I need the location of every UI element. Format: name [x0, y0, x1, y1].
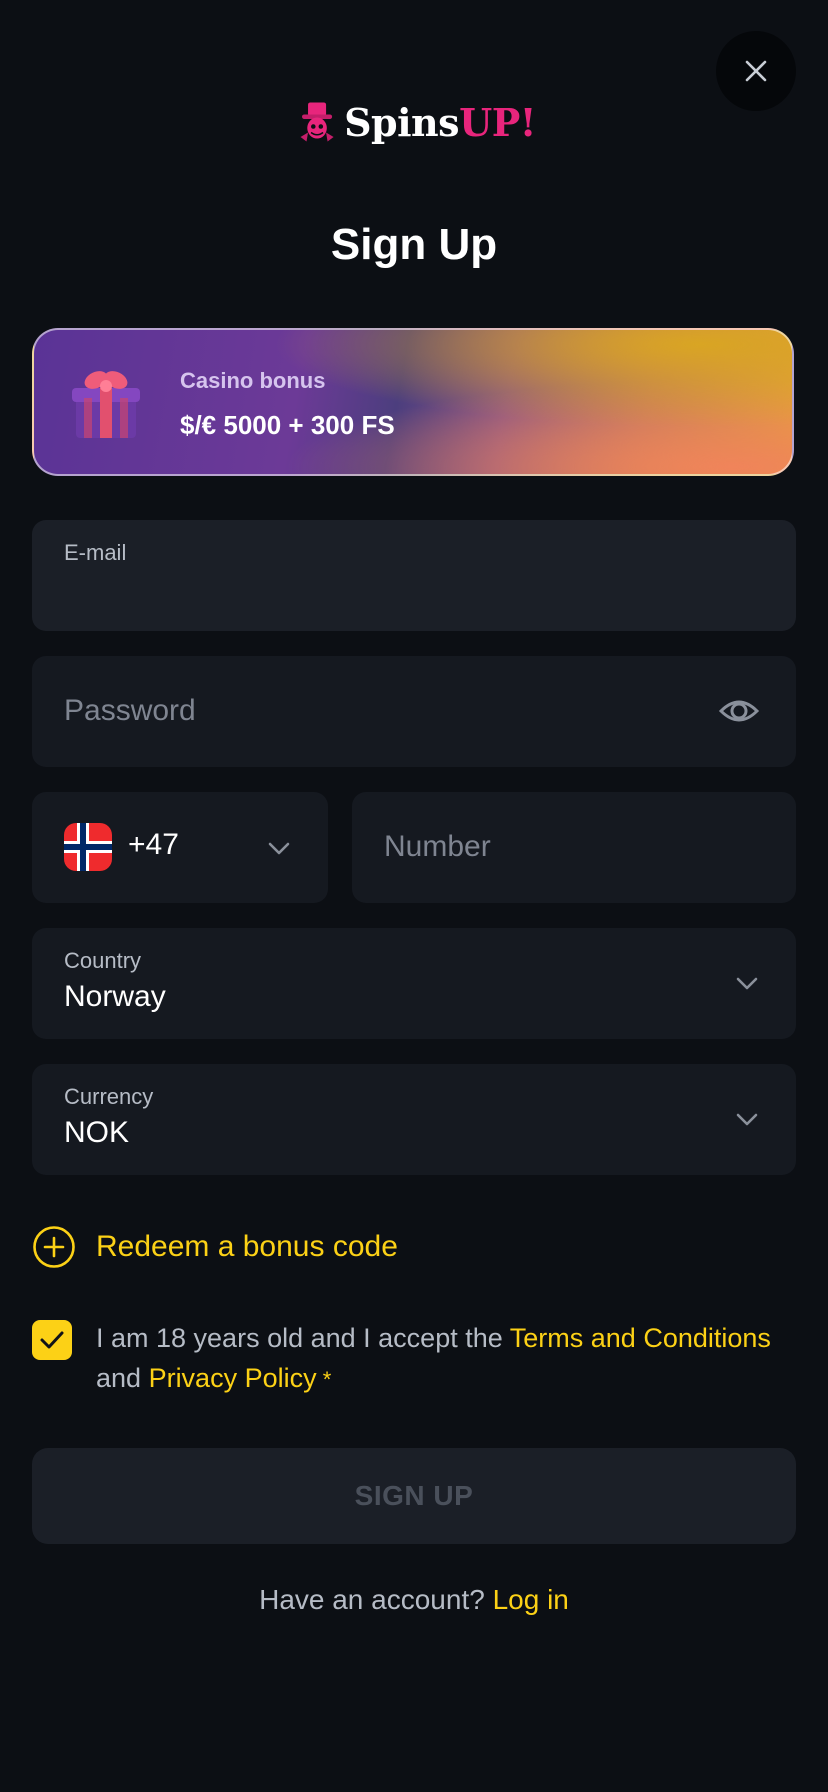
check-icon — [40, 1331, 64, 1349]
country-select[interactable]: Country Norway — [32, 928, 796, 1039]
logo-mascot-icon — [300, 102, 334, 142]
email-label: E-mail — [64, 540, 127, 565]
login-question: Have an account? — [259, 1584, 493, 1615]
bonus-value: $/€ 5000 + 300 FS — [180, 410, 395, 440]
login-prompt: Have an account? Log in — [0, 1584, 828, 1616]
terms-checkbox[interactable] — [32, 1320, 72, 1360]
required-mark: * — [316, 1367, 332, 1392]
country-value: Norway — [64, 980, 166, 1013]
signup-button[interactable]: SIGN UP — [32, 1448, 796, 1544]
currency-label: Currency — [64, 1084, 154, 1109]
bonus-card[interactable]: Casino bonus $/€ 5000 + 300 FS — [32, 328, 794, 476]
phone-number-placeholder: Number — [384, 830, 491, 863]
privacy-link[interactable]: Privacy Policy — [149, 1363, 317, 1393]
phone-number-input[interactable]: Number — [352, 792, 796, 903]
gift-icon — [72, 371, 140, 438]
chevron-down-icon — [268, 842, 290, 855]
currency-value: NOK — [64, 1116, 130, 1149]
terms-text: I am 18 years old and I accept the Terms… — [96, 1318, 806, 1400]
currency-select[interactable]: Currency NOK — [32, 1064, 796, 1175]
terms-text-before: I am 18 years old and I accept the — [96, 1323, 510, 1353]
norway-flag-icon — [64, 823, 112, 871]
logo: SpinsUP! — [296, 90, 536, 154]
plus-circle-icon — [33, 1226, 75, 1268]
terms-text-and: and — [96, 1363, 149, 1393]
terms-link[interactable]: Terms and Conditions — [510, 1323, 771, 1353]
logo-text-up: UP! — [459, 99, 536, 145]
bonus-label: Casino bonus — [180, 368, 326, 393]
chevron-down-icon — [736, 1113, 758, 1126]
password-placeholder: Password — [64, 694, 196, 727]
phone-code-value: +47 — [128, 828, 179, 861]
close-icon — [745, 60, 767, 82]
redeem-bonus-code-button[interactable]: Redeem a bonus code — [32, 1224, 398, 1270]
eye-icon[interactable] — [718, 692, 760, 730]
email-field[interactable]: E-mail — [32, 520, 796, 631]
close-button[interactable] — [716, 31, 796, 111]
page-title: Sign Up — [330, 220, 498, 269]
phone-code-select[interactable]: +47 — [32, 792, 328, 903]
chevron-down-icon — [736, 977, 758, 990]
signup-modal: SpinsUP! Sign Up Casino bonus $/€ 5000 +… — [0, 0, 828, 1792]
password-field[interactable]: Password — [32, 656, 796, 767]
logo-text-spins: Spins — [344, 99, 460, 145]
country-label: Country — [64, 948, 142, 973]
login-link[interactable]: Log in — [493, 1584, 569, 1615]
redeem-label: Redeem a bonus code — [96, 1230, 398, 1263]
